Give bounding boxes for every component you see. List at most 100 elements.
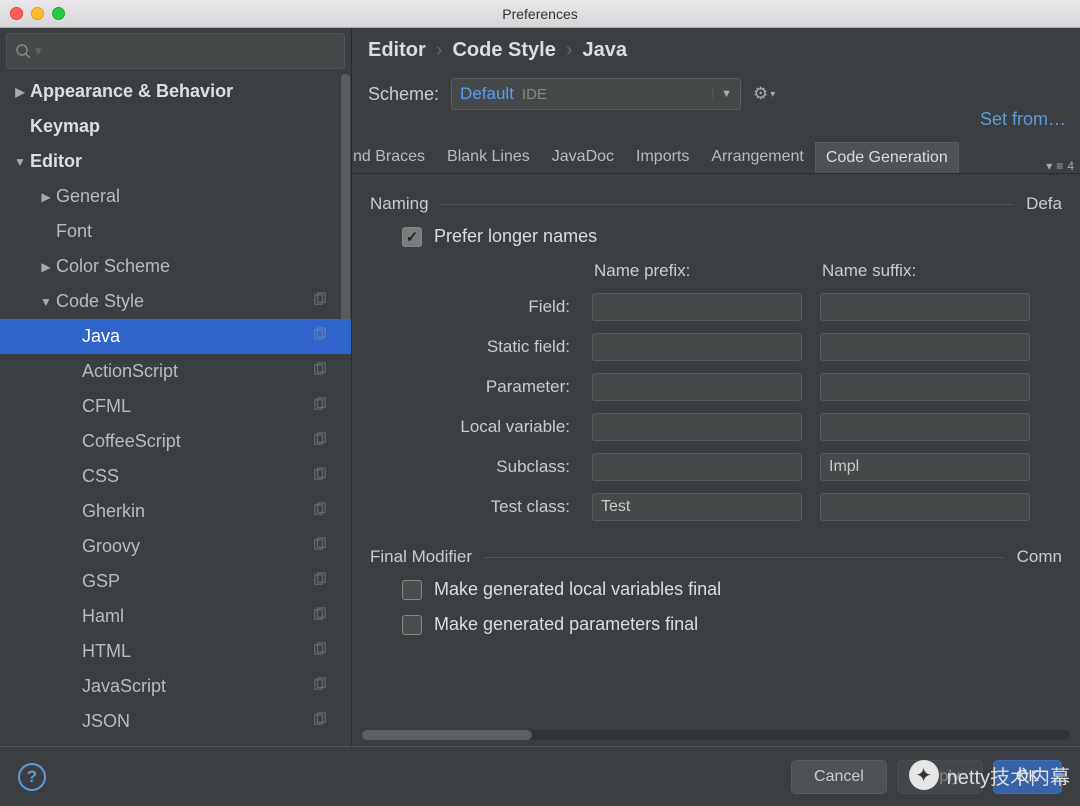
prefix-header: Name prefix: [592, 261, 802, 281]
tree-item-label: HTML [82, 641, 131, 662]
naming-prefix-input[interactable] [592, 453, 802, 481]
tree-item-label: Java [82, 326, 120, 347]
copy-scheme-icon [312, 396, 327, 417]
copy-scheme-icon [312, 326, 327, 347]
tree-item[interactable]: ▶Color Scheme [0, 249, 351, 284]
checkbox-icon [402, 615, 422, 635]
naming-row-label: Subclass: [384, 457, 574, 477]
list-icon: ≡ [1056, 159, 1063, 173]
breadcrumb: Editor › Code Style › Java [352, 28, 1080, 72]
scheme-name: Default [460, 84, 514, 104]
tree-item[interactable]: ActionScript [0, 354, 351, 389]
section-naming: Naming Defa [370, 194, 1062, 214]
tree-item[interactable]: Groovy [0, 529, 351, 564]
set-from-link[interactable]: Set from… [980, 109, 1066, 130]
naming-suffix-input[interactable] [820, 493, 1030, 521]
naming-row-label: Static field: [384, 337, 574, 357]
tree-item[interactable]: ▼Editor [0, 144, 351, 179]
naming-suffix-input[interactable]: Impl [820, 453, 1030, 481]
tree-item-label: CoffeeScript [82, 431, 181, 452]
naming-prefix-input[interactable]: Test [592, 493, 802, 521]
gear-icon: ⚙ [753, 84, 768, 104]
tree-item-label: Haml [82, 606, 124, 627]
search-dropdown-arrow-icon: ▾ [35, 43, 42, 59]
tree-item[interactable]: Font [0, 214, 351, 249]
tree-item-label: Gherkin [82, 501, 145, 522]
tree-item-label: Color Scheme [56, 256, 170, 277]
tab-blank-lines[interactable]: Blank Lines [436, 141, 541, 173]
naming-prefix-input[interactable] [592, 293, 802, 321]
chevron-down-icon: ▼ [36, 295, 56, 309]
naming-prefix-input[interactable] [592, 333, 802, 361]
tab-code-generation[interactable]: Code Generation [815, 142, 959, 174]
naming-suffix-input[interactable] [820, 373, 1030, 401]
naming-suffix-input[interactable] [820, 333, 1030, 361]
prefer-longer-names-checkbox[interactable]: Prefer longer names [370, 222, 1062, 261]
tabs: nd BracesBlank LinesJavaDocImportsArrang… [352, 138, 1080, 174]
titlebar: Preferences [0, 0, 1080, 28]
naming-prefix-input[interactable] [592, 413, 802, 441]
tree-item[interactable]: Haml [0, 599, 351, 634]
chevron-down-icon: ▼ [10, 155, 30, 169]
tab-overflow-indicator[interactable]: ▾ ≡ 4 [1046, 159, 1074, 173]
checkbox-icon [402, 227, 422, 247]
tree-item[interactable]: JSON [0, 704, 351, 739]
tree-item[interactable]: ▼Code Style [0, 284, 351, 319]
cancel-button[interactable]: Cancel [791, 760, 887, 794]
tab-content: Naming Defa Prefer longer names Name pre… [352, 174, 1080, 746]
naming-suffix-input[interactable] [820, 293, 1030, 321]
tree-item-label: General [56, 186, 120, 207]
tree-item-label: JSON [82, 711, 130, 732]
tree-item-label: CFML [82, 396, 131, 417]
tree-item[interactable]: GSP [0, 564, 351, 599]
tree-item-label: Font [56, 221, 92, 242]
scheme-actions-button[interactable]: ⚙ ▾ [753, 84, 775, 104]
tree-item[interactable]: Java [0, 319, 351, 354]
tree-item[interactable]: ▶General [0, 179, 351, 214]
tree-item[interactable]: CFML [0, 389, 351, 424]
tab-imports[interactable]: Imports [625, 141, 700, 173]
naming-prefix-input[interactable] [592, 373, 802, 401]
sidebar: ▾ ▶Appearance & BehaviorKeymap▼Editor▶Ge… [0, 28, 352, 746]
tree-item[interactable]: Keymap [0, 109, 351, 144]
checkbox-icon [402, 580, 422, 600]
tree-item[interactable]: Gherkin [0, 494, 351, 529]
breadcrumb-item: Java [582, 39, 627, 62]
content-h-scrollbar[interactable] [362, 730, 1070, 740]
tree-item[interactable]: CSS [0, 459, 351, 494]
tab-arrangement[interactable]: Arrangement [700, 141, 815, 173]
copy-scheme-icon [312, 291, 327, 312]
breadcrumb-item[interactable]: Code Style [452, 39, 555, 62]
tree-item-label: GSP [82, 571, 120, 592]
final-params-checkbox[interactable]: Make generated parameters final [370, 614, 1062, 649]
copy-scheme-icon [312, 711, 327, 732]
tree-item-label: CSS [82, 466, 119, 487]
scheme-combobox[interactable]: Default IDE ▼ [451, 78, 741, 110]
tree-item[interactable]: JavaScript [0, 669, 351, 704]
naming-row-label: Parameter: [384, 377, 574, 397]
naming-row-label: Test class: [384, 497, 574, 517]
tree-item[interactable]: CoffeeScript [0, 424, 351, 459]
copy-scheme-icon [312, 571, 327, 592]
help-button[interactable]: ? [18, 763, 46, 791]
scrollbar-thumb[interactable] [362, 730, 532, 740]
breadcrumb-item[interactable]: Editor [368, 39, 426, 62]
tree-item-label: ActionScript [82, 361, 178, 382]
chevron-down-icon: ▼ [712, 88, 732, 100]
tree-item-label: Editor [30, 151, 82, 172]
final-locals-checkbox[interactable]: Make generated local variables final [370, 575, 1062, 614]
arrow-down-icon: ▾ [1046, 159, 1052, 173]
tree-item[interactable]: ▶Appearance & Behavior [0, 74, 351, 109]
search-input[interactable]: ▾ [6, 33, 345, 69]
scheme-label: Scheme: [368, 84, 439, 105]
tree-item[interactable]: HTML [0, 634, 351, 669]
tab-javadoc[interactable]: JavaDoc [541, 141, 625, 173]
chevron-right-icon: › [566, 39, 573, 62]
copy-scheme-icon [312, 431, 327, 452]
copy-scheme-icon [312, 606, 327, 627]
naming-suffix-input[interactable] [820, 413, 1030, 441]
window-title: Preferences [0, 6, 1080, 22]
tree-item-label: JavaScript [82, 676, 166, 697]
chevron-down-icon: ▾ [770, 89, 775, 100]
tab-nd-braces[interactable]: nd Braces [352, 141, 436, 173]
